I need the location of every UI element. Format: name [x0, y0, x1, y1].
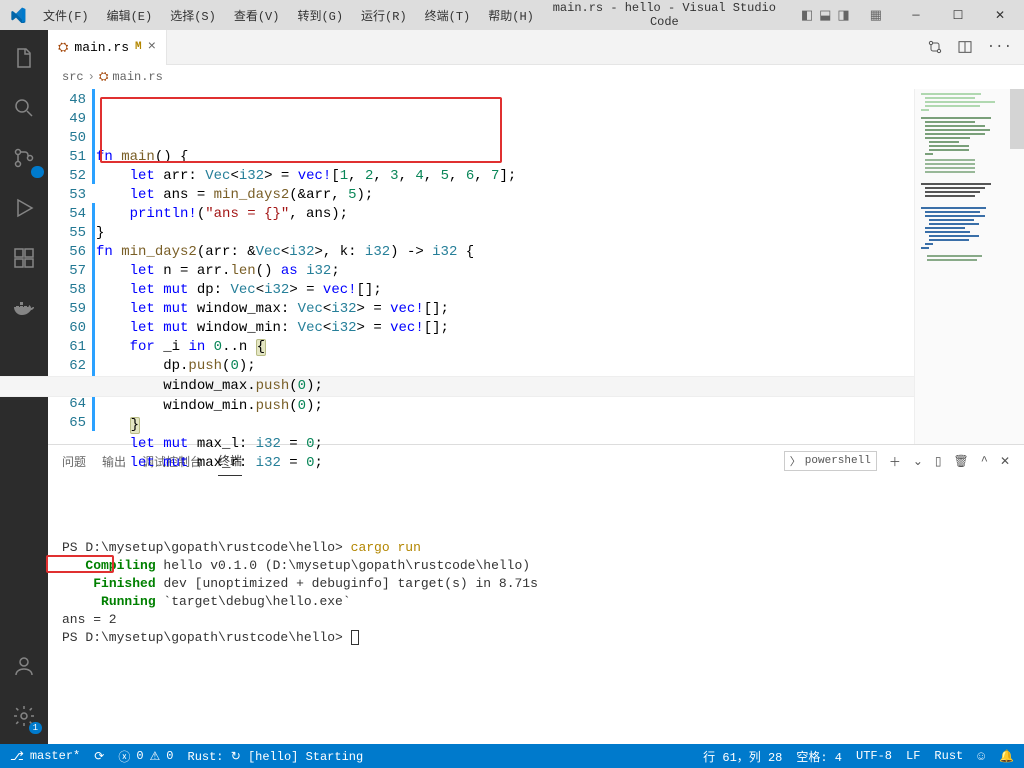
- status-sync[interactable]: ⟳: [94, 749, 104, 764]
- chevron-right-icon: ›: [88, 70, 95, 84]
- status-notifications-icon[interactable]: 🔔: [999, 749, 1014, 764]
- rust-file-icon: ⛭: [99, 70, 109, 84]
- breadcrumb[interactable]: src › ⛭ main.rs: [48, 65, 1024, 89]
- menu-item[interactable]: 选择(S): [162, 3, 224, 28]
- split-editor-icon[interactable]: [957, 39, 973, 55]
- minimap[interactable]: [914, 89, 1024, 444]
- code-editor[interactable]: 484950515253545556575859606162636465 fn …: [48, 89, 1024, 444]
- window-title: main.rs - hello - Visual Studio Code: [542, 1, 787, 29]
- status-cursor[interactable]: 行 61，列 28: [703, 748, 782, 765]
- menu-item[interactable]: 编辑(E): [99, 3, 161, 28]
- accounts-icon[interactable]: [0, 644, 48, 688]
- terminal-output[interactable]: PS D:\mysetup\gopath\rustcode\hello> car…: [48, 477, 1024, 744]
- terminal-dropdown-icon[interactable]: ⌄: [913, 454, 923, 469]
- status-rust-analyzer[interactable]: Rust: ↻ [hello] Starting: [188, 749, 364, 764]
- status-branch[interactable]: ⎇master*: [10, 749, 80, 764]
- annotation-box-terminal: [46, 555, 114, 573]
- status-lang[interactable]: Rust: [934, 749, 963, 763]
- tab-main-rs[interactable]: ⛭ main.rs M ×: [48, 30, 167, 65]
- rust-file-icon: ⛭: [58, 40, 68, 55]
- annotation-box-code: [100, 97, 502, 163]
- status-eol[interactable]: LF: [906, 749, 920, 763]
- tab-close-icon[interactable]: ×: [148, 39, 156, 55]
- run-debug-icon[interactable]: [0, 186, 48, 230]
- layout-controls[interactable]: ◧ ⬓ ◨ ▦: [787, 8, 896, 23]
- customize-layout-icon[interactable]: ▦: [870, 8, 882, 23]
- toggle-panel-right-icon[interactable]: ◨: [837, 8, 849, 23]
- tab-label: main.rs: [74, 40, 129, 55]
- menu-bar: 文件(F)编辑(E)选择(S)查看(V)转到(G)运行(R)终端(T)帮助(H): [35, 3, 542, 28]
- settings-gear-icon[interactable]: 1: [0, 694, 48, 738]
- minimize-button[interactable]: —: [896, 8, 936, 23]
- source-control-icon[interactable]: [0, 136, 48, 180]
- status-bar: ⎇master* ⟳ ⓧ0⚠0 Rust: ↻ [hello] Starting…: [0, 744, 1024, 768]
- split-terminal-icon[interactable]: ▯: [935, 454, 942, 469]
- editor-tabs: ⛭ main.rs M × ···: [48, 30, 1024, 65]
- panel-maximize-icon[interactable]: ^: [981, 454, 988, 468]
- status-spaces[interactable]: 空格: 4: [796, 748, 842, 765]
- extensions-icon[interactable]: [0, 236, 48, 280]
- panel-close-icon[interactable]: ✕: [1000, 454, 1010, 469]
- breadcrumb-file[interactable]: main.rs: [112, 70, 162, 84]
- kill-terminal-icon[interactable]: 🗑: [954, 454, 969, 469]
- error-icon: ⓧ: [118, 748, 130, 765]
- code-content[interactable]: fn main() { let arr: Vec<i32> = vec![1, …: [96, 89, 914, 444]
- status-encoding[interactable]: UTF-8: [856, 749, 892, 763]
- menu-item[interactable]: 文件(F): [35, 3, 97, 28]
- status-problems[interactable]: ⓧ0⚠0: [118, 748, 173, 765]
- minimap-content: [915, 89, 1024, 339]
- more-actions-icon[interactable]: ···: [987, 39, 1012, 55]
- bottom-panel: 问题输出调试控制台终端 〉powershell ＋ ⌄ ▯ 🗑 ^ ✕ PS D…: [48, 444, 1024, 744]
- panel-tab[interactable]: 问题: [62, 447, 86, 476]
- git-branch-icon: ⎇: [10, 749, 24, 764]
- search-icon[interactable]: [0, 86, 48, 130]
- menu-item[interactable]: 终端(T): [417, 3, 479, 28]
- docker-icon[interactable]: [0, 286, 48, 330]
- status-feedback[interactable]: ☺: [977, 749, 985, 764]
- warning-icon: ⚠: [150, 749, 161, 764]
- menu-item[interactable]: 查看(V): [226, 3, 288, 28]
- title-bar: 文件(F)编辑(E)选择(S)查看(V)转到(G)运行(R)终端(T)帮助(H)…: [0, 0, 1024, 30]
- toggle-panel-left-icon[interactable]: ◧: [801, 8, 813, 23]
- sync-icon: ⟳: [94, 749, 104, 764]
- window-controls: — ☐ ✕: [896, 8, 1024, 23]
- editor-area: ⛭ main.rs M × ··· src › ⛭ main.rs 484950…: [48, 30, 1024, 744]
- vscode-logo-icon: [0, 7, 35, 23]
- menu-item[interactable]: 运行(R): [353, 3, 415, 28]
- toggle-panel-bottom-icon[interactable]: ⬓: [819, 8, 831, 23]
- maximize-button[interactable]: ☐: [938, 8, 978, 23]
- menu-item[interactable]: 帮助(H): [480, 3, 542, 28]
- tab-modified-indicator: M: [135, 41, 142, 53]
- breadcrumb-folder[interactable]: src: [62, 70, 84, 84]
- compare-changes-icon[interactable]: [927, 39, 943, 55]
- minimap-scrollbar[interactable]: [1010, 89, 1024, 149]
- explorer-icon[interactable]: [0, 36, 48, 80]
- menu-item[interactable]: 转到(G): [289, 3, 351, 28]
- close-button[interactable]: ✕: [980, 8, 1020, 23]
